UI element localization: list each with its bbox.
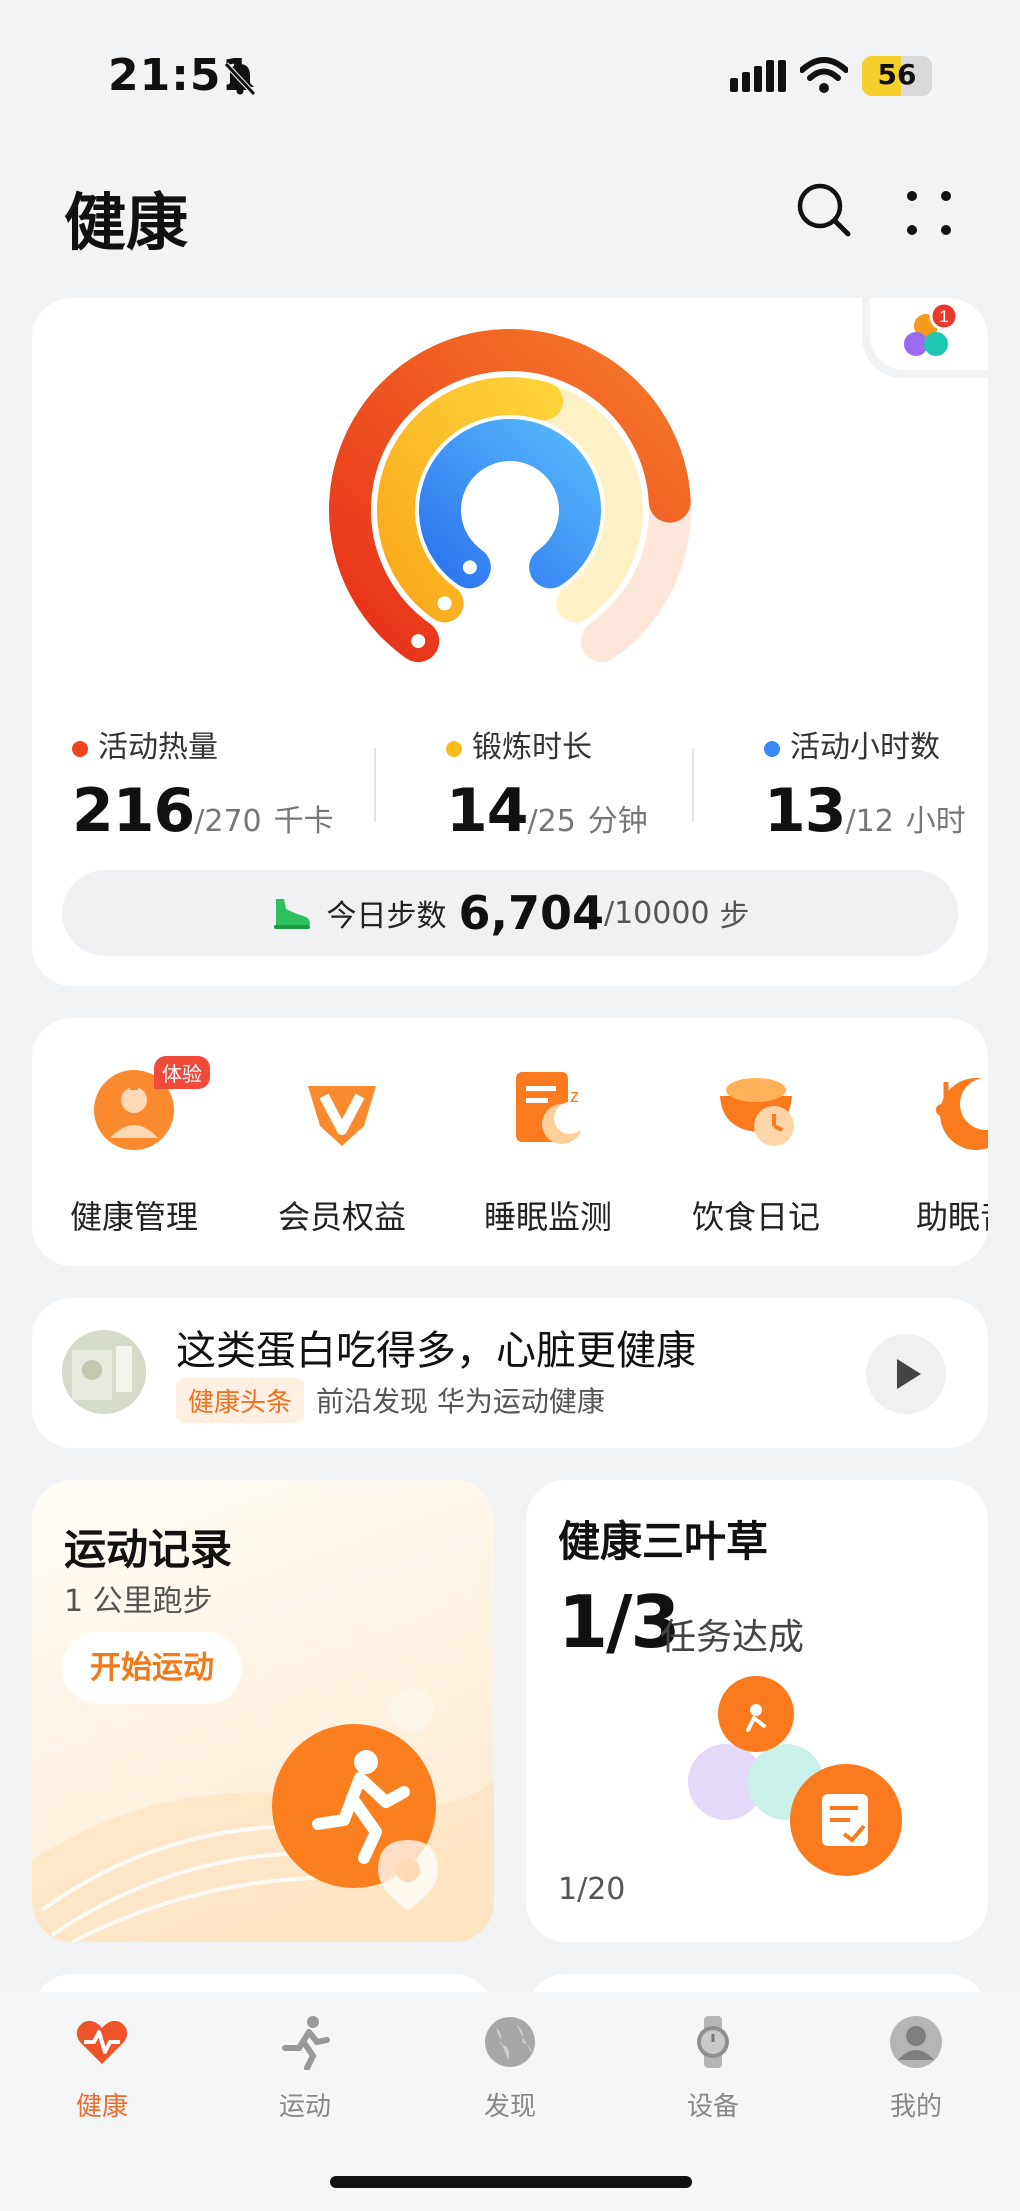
tab-label: 设备 bbox=[686, 2092, 739, 2122]
steps-value: 6,704 bbox=[458, 886, 604, 940]
diet-diary-icon bbox=[720, 1078, 794, 1146]
news-source: 前沿发现 华为运动健康 bbox=[316, 1385, 605, 1418]
divider bbox=[374, 748, 376, 822]
apps-cluster-icon: 1 bbox=[904, 302, 959, 356]
metric-value: 216 bbox=[72, 776, 195, 846]
play-button[interactable] bbox=[866, 1334, 946, 1414]
tab-label: 运动 bbox=[278, 2092, 331, 2122]
metric-unit: 分钟 bbox=[587, 804, 648, 839]
tab-health[interactable]: 健康 bbox=[32, 2014, 172, 2123]
news-tag: 健康头条 bbox=[176, 1378, 305, 1423]
metric-goal: /12 bbox=[845, 804, 894, 839]
svg-text:z: z bbox=[570, 1086, 579, 1106]
calories-dot bbox=[72, 740, 88, 757]
page-title: 健康 bbox=[64, 186, 189, 259]
shortcut-label: 健康管理 bbox=[69, 1198, 198, 1236]
battery-level: 56 bbox=[877, 58, 917, 91]
shortcut-sleep-music[interactable]: 助眠音 bbox=[874, 1062, 988, 1238]
tab-label: 健康 bbox=[75, 2092, 128, 2122]
exercise-dot bbox=[446, 740, 462, 757]
home-indicator bbox=[330, 2176, 692, 2188]
play-icon bbox=[897, 1359, 921, 1389]
tab-label: 发现 bbox=[483, 2092, 536, 2122]
metric-exercise[interactable]: 锻炼时长 14/25 分钟 bbox=[446, 722, 648, 846]
tab-discover[interactable]: 发现 bbox=[440, 2014, 580, 2123]
metric-label: 活动小时数 bbox=[790, 730, 940, 765]
runner-icon bbox=[437, 596, 452, 611]
shortcut-diet[interactable]: 饮食日记 bbox=[666, 1062, 846, 1238]
metric-value: 14 bbox=[446, 776, 528, 846]
heart-pulse-icon bbox=[76, 2020, 128, 2064]
activity-rings[interactable] bbox=[290, 320, 730, 700]
news-title[interactable]: 这类蛋白吃得多，心脏更健康 bbox=[176, 1318, 696, 1376]
sport-title: 运动记录 bbox=[64, 1525, 233, 1574]
divider bbox=[692, 748, 694, 822]
active-hours-ring bbox=[419, 419, 601, 589]
clover-footer: 1/20 bbox=[558, 1872, 626, 1907]
news-thumbnail bbox=[62, 1330, 146, 1414]
steps-goal: /10000 bbox=[603, 895, 710, 931]
metric-active-hours[interactable]: 活动小时数 13/12 小时 bbox=[764, 722, 966, 846]
clover-illustration bbox=[688, 1676, 902, 1876]
metric-calories[interactable]: 活动热量 216/270 千卡 bbox=[72, 722, 334, 846]
shortcut-label: 饮食日记 bbox=[691, 1198, 820, 1236]
profile-icon bbox=[890, 2016, 942, 2068]
watch-icon bbox=[697, 2016, 729, 2068]
tab-label: 我的 bbox=[889, 2092, 942, 2122]
shortcut-membership[interactable]: 会员权益 bbox=[252, 1062, 432, 1238]
flame-icon bbox=[411, 634, 426, 649]
shortcuts-card: 健康管理 体验 会员权益 z 睡眠监测 饮食日记 助眠 bbox=[32, 1018, 988, 1266]
steps-unit: 步 bbox=[719, 899, 750, 934]
apps-cluster-button[interactable]: 1 bbox=[870, 298, 988, 370]
metric-label: 锻炼时长 bbox=[472, 730, 592, 765]
tab-sport[interactable]: 运动 bbox=[235, 2014, 375, 2123]
bell-muted-icon bbox=[224, 62, 256, 96]
tab-devices[interactable]: 设备 bbox=[643, 2014, 783, 2123]
clover-unit: 任务达成 bbox=[660, 1617, 805, 1658]
membership-v-icon bbox=[308, 1086, 376, 1146]
shortcut-label: 会员权益 bbox=[277, 1198, 406, 1236]
trial-badge: 体验 bbox=[154, 1056, 210, 1089]
sleep-music-icon bbox=[936, 1078, 988, 1150]
running-badge-icon bbox=[272, 1724, 438, 1910]
steps-label: 今日步数 bbox=[326, 899, 447, 934]
sport-subtitle: 1 公里跑步 bbox=[64, 1584, 213, 1619]
active-hours-dot bbox=[764, 740, 780, 757]
notification-badge: 1 bbox=[939, 307, 948, 326]
metric-unit: 小时 bbox=[905, 804, 966, 839]
metric-goal: /25 bbox=[527, 804, 576, 839]
shortcut-health-management[interactable]: 健康管理 体验 bbox=[44, 1056, 224, 1238]
metric-goal: /270 bbox=[194, 804, 262, 839]
wifi-icon bbox=[800, 57, 848, 93]
shoe-icon bbox=[274, 899, 311, 929]
shortcut-label: 助眠音 bbox=[915, 1198, 988, 1236]
metric-unit: 千卡 bbox=[273, 804, 334, 839]
clover-title: 健康三叶草 bbox=[558, 1517, 769, 1566]
search-icon[interactable] bbox=[794, 180, 854, 240]
battery-icon: 56 bbox=[862, 56, 932, 96]
metric-value: 13 bbox=[764, 776, 846, 846]
sleep-monitor-icon: z bbox=[516, 1072, 586, 1144]
metric-label: 活动热量 bbox=[98, 730, 218, 765]
globe-icon bbox=[485, 2017, 535, 2067]
signal-icon bbox=[730, 60, 786, 92]
tab-profile[interactable]: 我的 bbox=[846, 2014, 986, 2123]
more-grid-icon[interactable] bbox=[904, 188, 954, 238]
shortcut-sleep[interactable]: z 睡眠监测 bbox=[458, 1062, 638, 1238]
standing-icon bbox=[462, 560, 477, 575]
running-icon bbox=[282, 2016, 330, 2071]
steps-bar[interactable]: 今日步数 6,704/10000 步 bbox=[62, 870, 958, 956]
start-workout-button[interactable]: 开始运动 bbox=[62, 1632, 242, 1704]
shortcut-label: 睡眠监测 bbox=[483, 1198, 612, 1236]
